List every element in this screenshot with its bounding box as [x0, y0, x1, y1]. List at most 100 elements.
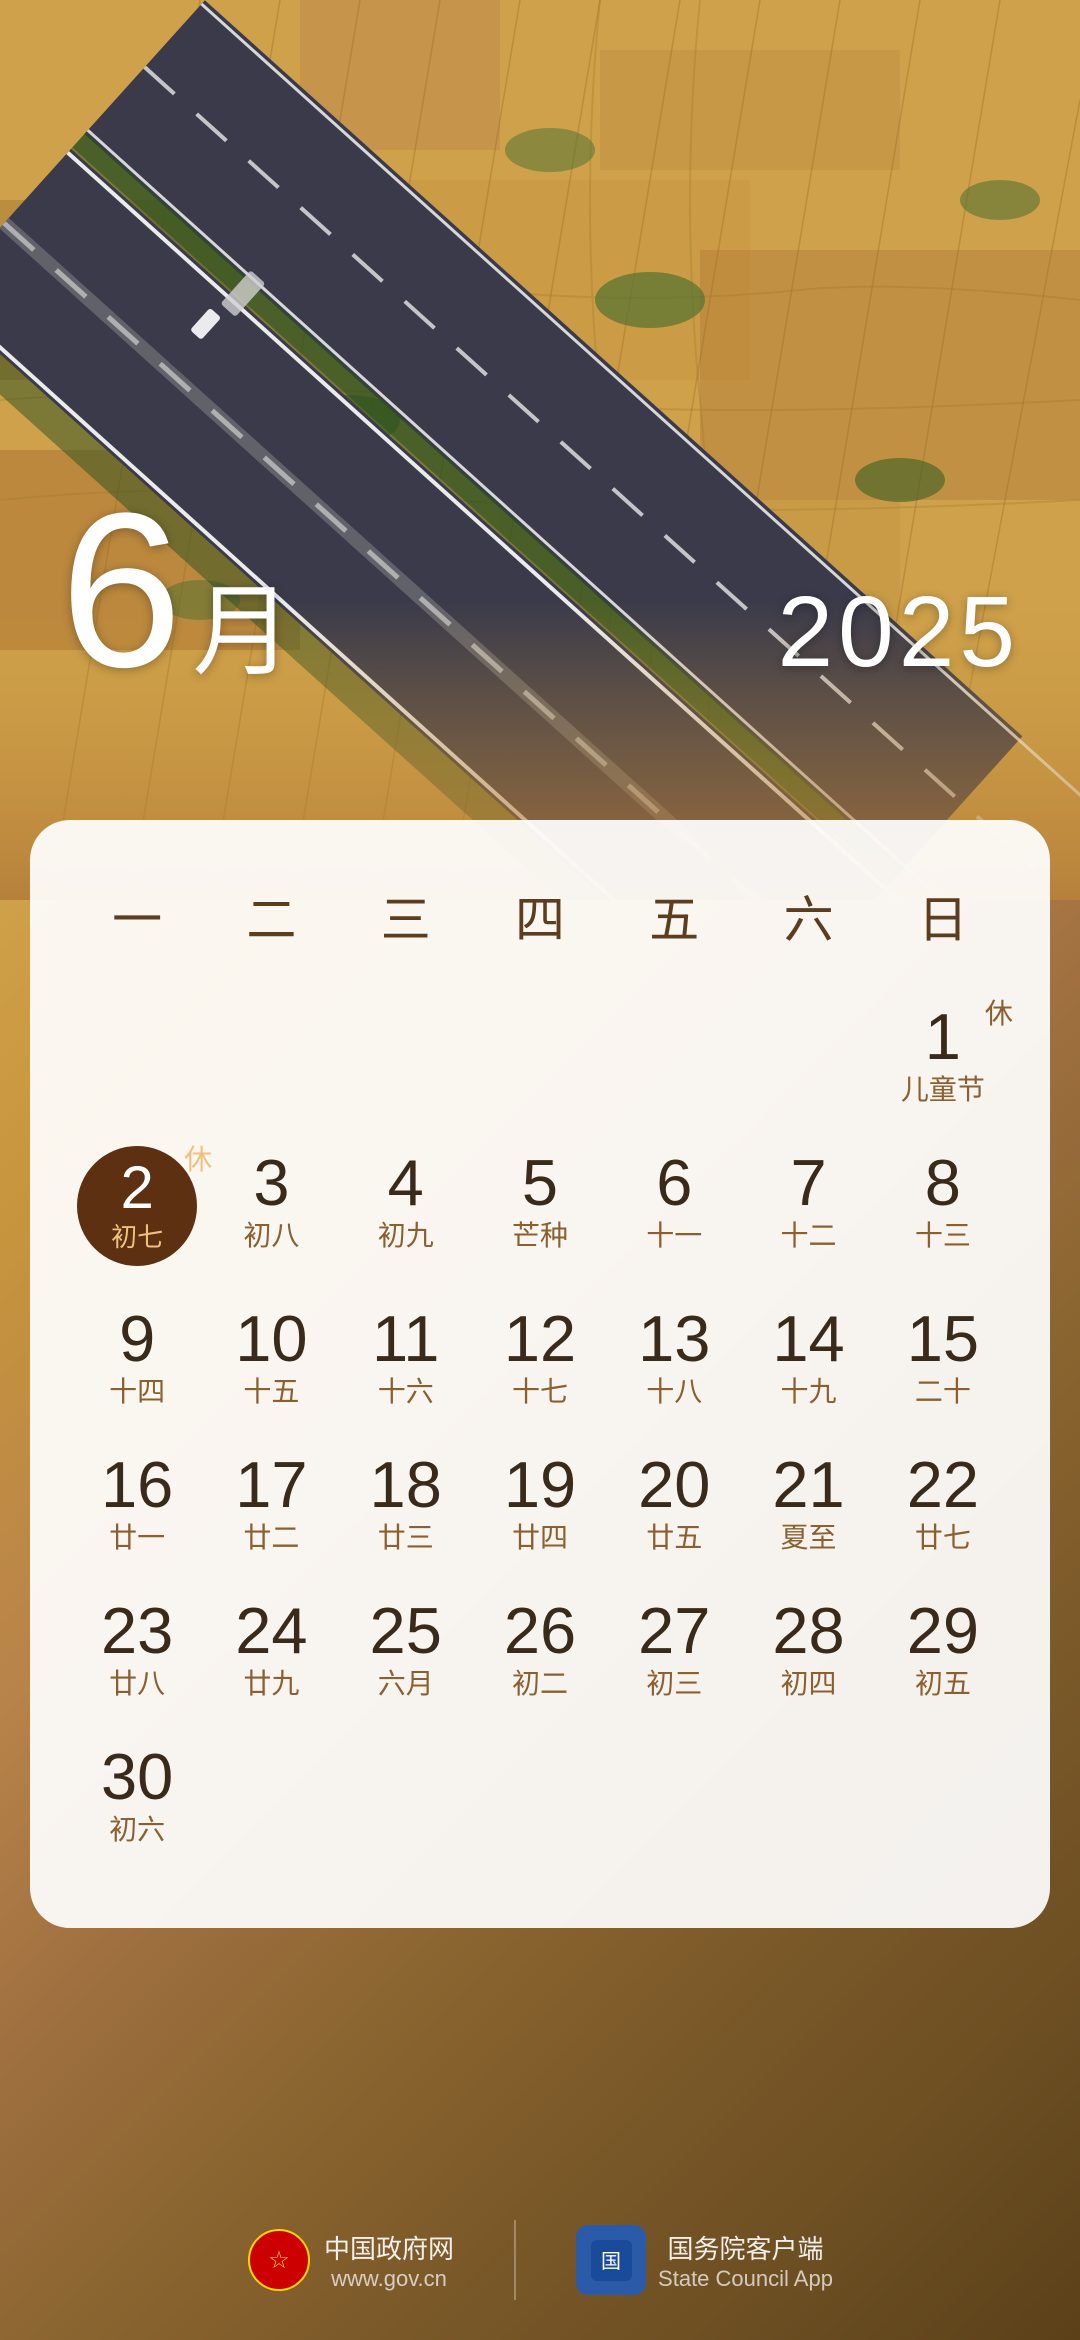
lunar-label-5: 芒种 — [512, 1219, 568, 1253]
day-number-28: 28 — [772, 1598, 844, 1663]
calendar-day-25[interactable]: 25 六月 — [339, 1576, 473, 1722]
lunar-label-3: 初八 — [243, 1219, 299, 1253]
day-number-12: 12 — [504, 1306, 576, 1371]
calendar-day-20[interactable]: 20 廿五 — [607, 1430, 741, 1576]
day-number-30: 30 — [101, 1744, 173, 1809]
calendar-day-1[interactable]: 休 1 儿童节 — [876, 982, 1010, 1128]
calendar-day-7[interactable]: 7 十二 — [741, 1128, 875, 1284]
calendar-day-21[interactable]: 21 夏至 — [741, 1430, 875, 1576]
calendar-day-11[interactable]: 11 十六 — [339, 1284, 473, 1430]
day-number-3: 3 — [253, 1150, 289, 1215]
year-label: 2025 — [778, 582, 1020, 682]
lunar-label-24: 廿九 — [243, 1667, 299, 1701]
svg-text:☆: ☆ — [268, 2247, 290, 2274]
lunar-label-16: 廿一 — [109, 1521, 165, 1555]
lunar-label-4: 初九 — [378, 1219, 434, 1253]
empty-cell — [204, 982, 338, 1128]
day-number-14: 14 — [772, 1306, 844, 1371]
calendar-day-27[interactable]: 27 初三 — [607, 1576, 741, 1722]
footer-divider — [514, 2220, 516, 2300]
lunar-label-25: 六月 — [378, 1667, 434, 1701]
day-number-20: 20 — [638, 1452, 710, 1517]
calendar-day-9[interactable]: 9 十四 — [70, 1284, 204, 1430]
empty-cell — [607, 1722, 741, 1868]
day-number-11: 11 — [372, 1306, 439, 1371]
calendar-day-15[interactable]: 15 二十 — [876, 1284, 1010, 1430]
calendar-day-14[interactable]: 14 十九 — [741, 1284, 875, 1430]
gov-url: www.gov.cn — [324, 2266, 454, 2292]
day-number-23: 23 — [101, 1598, 173, 1663]
month-header: 6 月 2025 — [0, 480, 1080, 700]
lunar-label-10: 十五 — [243, 1375, 299, 1409]
calendar-day-3[interactable]: 3 初八 — [204, 1128, 338, 1284]
calendar-day-18[interactable]: 18 廿三 — [339, 1430, 473, 1576]
gov-logo: ☆ 中国政府网 www.gov.cn — [247, 2228, 454, 2293]
month-left: 6 月 — [60, 480, 292, 700]
empty-cell — [339, 1722, 473, 1868]
day-number-18: 18 — [370, 1452, 442, 1517]
calendar-day-22[interactable]: 22 廿七 — [876, 1430, 1010, 1576]
calendar-grid: 休 1 儿童节 休 2 初七 3 初八 4 初九 — [70, 982, 1010, 1868]
calendar-day-6[interactable]: 6 十一 — [607, 1128, 741, 1284]
empty-cell — [876, 1722, 1010, 1868]
lunar-label-19: 廿四 — [512, 1521, 568, 1555]
calendar-day-4[interactable]: 4 初九 — [339, 1128, 473, 1284]
lunar-label-21: 夏至 — [781, 1521, 837, 1555]
empty-cell — [70, 982, 204, 1128]
day-header-mon: 一 — [70, 870, 204, 962]
calendar-day-17[interactable]: 17 廿二 — [204, 1430, 338, 1576]
day-number-24: 24 — [235, 1598, 307, 1663]
lunar-label-18: 廿三 — [378, 1521, 434, 1555]
day-number-9: 9 — [119, 1306, 155, 1371]
calendar-day-26[interactable]: 26 初二 — [473, 1576, 607, 1722]
footer-left[interactable]: ☆ 中国政府网 www.gov.cn — [247, 2228, 454, 2293]
lunar-label-1: 儿童节 — [901, 1073, 985, 1107]
calendar-day-8[interactable]: 8 十三 — [876, 1128, 1010, 1284]
calendar-day-30[interactable]: 30 初六 — [70, 1722, 204, 1868]
lunar-label-12: 十七 — [512, 1375, 568, 1409]
lunar-label-2: 初七 — [111, 1222, 163, 1253]
calendar-day-2[interactable]: 休 2 初七 — [70, 1128, 204, 1284]
day-headers: 一 二 三 四 五 六 日 — [70, 870, 1010, 962]
day-number-17: 17 — [235, 1452, 307, 1517]
lunar-label-20: 廿五 — [646, 1521, 702, 1555]
day-number-6: 6 — [656, 1150, 692, 1215]
calendar-day-12[interactable]: 12 十七 — [473, 1284, 607, 1430]
day-number-5: 5 — [522, 1150, 558, 1215]
calendar-day-28[interactable]: 28 初四 — [741, 1576, 875, 1722]
day-header-sat: 六 — [741, 870, 875, 962]
calendar-day-5[interactable]: 5 芒种 — [473, 1128, 607, 1284]
lunar-label-27: 初三 — [646, 1667, 702, 1701]
svg-text:国: 国 — [601, 2251, 621, 2273]
day-number-25: 25 — [370, 1598, 442, 1663]
footer-right[interactable]: 国 国务院客户端 State Council App — [576, 2225, 833, 2295]
empty-cell — [741, 1722, 875, 1868]
lunar-label-22: 廿七 — [915, 1521, 971, 1555]
calendar-card: 一 二 三 四 五 六 日 休 1 儿童节 休 2 — [30, 820, 1050, 1928]
holiday-badge-1: 休 — [985, 992, 1013, 1032]
day-header-wed: 三 — [339, 870, 473, 962]
calendar-day-16[interactable]: 16 廿一 — [70, 1430, 204, 1576]
lunar-label-11: 十六 — [378, 1375, 434, 1409]
lunar-label-14: 十九 — [781, 1375, 837, 1409]
calendar-day-23[interactable]: 23 廿八 — [70, 1576, 204, 1722]
day-header-tue: 二 — [204, 870, 338, 962]
calendar-day-13[interactable]: 13 十八 — [607, 1284, 741, 1430]
calendar-day-29[interactable]: 29 初五 — [876, 1576, 1010, 1722]
calendar-day-24[interactable]: 24 廿九 — [204, 1576, 338, 1722]
day-number-7: 7 — [790, 1150, 826, 1215]
empty-cell — [339, 982, 473, 1128]
council-logo: 国 国务院客户端 State Council App — [576, 2225, 833, 2295]
calendar-day-19[interactable]: 19 廿四 — [473, 1430, 607, 1576]
council-title: 国务院客户端 — [658, 2229, 833, 2266]
day-number-29: 29 — [907, 1598, 979, 1663]
lunar-label-28: 初四 — [781, 1667, 837, 1701]
lunar-label-23: 廿八 — [109, 1667, 165, 1701]
council-subtitle: State Council App — [658, 2266, 833, 2292]
day-number-22: 22 — [907, 1452, 979, 1517]
aerial-background — [0, 0, 1080, 900]
empty-cell — [473, 982, 607, 1128]
calendar-day-10[interactable]: 10 十五 — [204, 1284, 338, 1430]
day-number-27: 27 — [638, 1598, 710, 1663]
day-number-1: 1 — [925, 1004, 961, 1069]
